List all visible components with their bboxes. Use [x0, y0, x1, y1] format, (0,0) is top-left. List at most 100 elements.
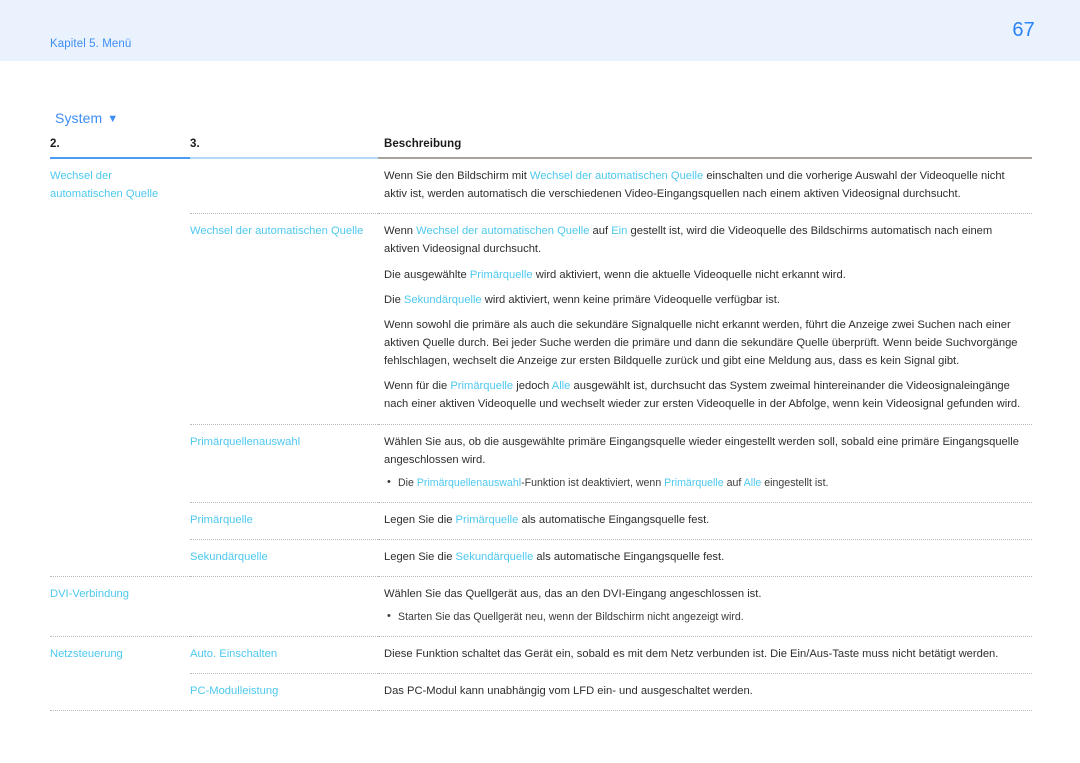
- text-run: Wenn: [384, 225, 417, 238]
- description-paragraph: Wenn Sie den Bildschirm mit Wechsel der …: [384, 167, 1028, 203]
- highlighted-term: Primärquelle: [455, 513, 519, 526]
- column-header-description: Beschreibung: [378, 138, 1032, 159]
- highlighted-term: Primärquelle: [469, 268, 533, 281]
- highlighted-term: Primärquellenauswahl: [416, 476, 522, 489]
- chevron-down-icon: ▼: [107, 112, 119, 125]
- highlighted-term: Wechsel der automatischen Quelle: [529, 170, 704, 182]
- highlighted-term: Sekundärquelle: [403, 293, 482, 306]
- text-run: jedoch: [513, 380, 552, 393]
- settings-table: 2. 3. Beschreibung Wechsel der automatis…: [50, 138, 1032, 712]
- cell-description: Das PC-Modul kann unabhängig vom LFD ein…: [378, 673, 1032, 711]
- text-run: Legen Sie die: [384, 513, 456, 526]
- cell-level2: PC-Modulleistung: [190, 673, 378, 711]
- description-bullet-list: Starten Sie das Quellgerät neu, wenn der…: [384, 608, 1028, 626]
- highlighted-term: Wechsel der automatischen Quelle: [416, 225, 590, 238]
- highlighted-term: Primärquelle: [664, 476, 724, 489]
- text-run: Starten Sie das Quellgerät neu, wenn der…: [398, 611, 744, 624]
- level1-label: DVI-Verbindung: [50, 588, 129, 601]
- table-bottom-rule-cell: [190, 710, 378, 712]
- cell-level2: [190, 158, 378, 214]
- highlighted-term: Alle: [743, 476, 762, 489]
- level2-label: Primärquelle: [190, 513, 253, 526]
- description-bullet-item: Starten Sie das Quellgerät neu, wenn der…: [387, 608, 1028, 626]
- page-number: 67: [1012, 19, 1035, 41]
- text-run: als automatische Eingangsquelle fest.: [533, 550, 725, 563]
- cell-level2: Sekundärquelle: [190, 538, 378, 577]
- cell-description: Legen Sie die Primärquelle als automatis…: [378, 501, 1032, 540]
- text-run: Wenn sowohl die primäre als auch die sek…: [384, 318, 1018, 368]
- level2-label: Auto. Einschalten: [190, 648, 278, 661]
- description-paragraph: Legen Sie die Sekundärquelle als automat…: [384, 548, 1028, 566]
- text-run: Wählen Sie aus, ob die ausgewählte primä…: [384, 435, 1019, 466]
- text-run: eingestellt ist.: [761, 476, 829, 489]
- highlighted-term: Primärquelle: [450, 380, 514, 393]
- table-bottom-rule-cell: [50, 710, 190, 712]
- cell-level1: Netzsteuerung: [50, 636, 190, 674]
- column-header-level2: 3.: [190, 138, 378, 159]
- table-row: Primärquelle Legen Sie die Primärquelle a…: [50, 501, 1032, 540]
- text-run: auf: [723, 476, 744, 489]
- cell-level2: Auto. Einschalten: [190, 636, 378, 674]
- cell-description: Wenn Wechsel der automatischen Quelle au…: [378, 213, 1032, 425]
- text-run: Wenn für die: [384, 380, 451, 393]
- description-paragraph: Wählen Sie das Quellgerät aus, das an de…: [384, 585, 1028, 603]
- table-row: Wechsel der automatischen Quelle Wenn Wec…: [50, 213, 1032, 425]
- text-run: als automatische Eingangsquelle fest.: [518, 513, 710, 526]
- description-paragraph: Diese Funktion schaltet das Gerät ein, s…: [384, 645, 1028, 663]
- description-paragraph: Wenn sowohl die primäre als auch die sek…: [384, 316, 1028, 370]
- description-paragraph: Die Sekundärquelle wird aktiviert, wenn …: [384, 291, 1028, 309]
- cell-description: Diese Funktion schaltet das Gerät ein, s…: [378, 636, 1032, 674]
- level1-label: Netzsteuerung: [50, 648, 123, 661]
- cell-level1: [50, 539, 190, 576]
- description-paragraph: Das PC-Modul kann unabhängig vom LFD ein…: [384, 682, 1028, 700]
- level2-label: Sekundärquelle: [190, 550, 268, 563]
- text-run: Wenn Sie den Bildschirm mit: [384, 170, 530, 182]
- text-run: Das PC-Modul kann unabhängig vom LFD ein…: [384, 685, 753, 698]
- text-run: -Funktion ist deaktiviert, wenn: [521, 476, 665, 489]
- text-run: Die ausgewählte: [384, 268, 470, 281]
- column-header-level1: 2.: [50, 138, 190, 159]
- table-row: PC-Modulleistung Das PC-Modul kann unabhä…: [50, 673, 1032, 711]
- section-title: System: [55, 110, 103, 126]
- level2-label: PC-Modulleistung: [190, 685, 279, 698]
- text-run: Diese Funktion schaltet das Gerät ein, s…: [384, 648, 999, 661]
- cell-description: Wählen Sie das Quellgerät aus, das an de…: [378, 576, 1032, 637]
- text-run: Die: [384, 293, 404, 306]
- table-row: Netzsteuerung Auto. Einschalten Diese Funk…: [50, 636, 1032, 674]
- table-row: Primärquellenauswahl Wählen Sie aus, ob d…: [50, 423, 1032, 503]
- cell-level2: [190, 576, 378, 637]
- cell-description: Wählen Sie aus, ob die ausgewählte primä…: [378, 423, 1032, 503]
- table-bottom-rule: [50, 710, 1032, 712]
- level2-label: Wechsel der automatischen Quelle: [190, 225, 364, 238]
- description-paragraph: Wenn für die Primärquelle jedoch Alle au…: [384, 377, 1028, 413]
- cell-description: Legen Sie die Sekundärquelle als automat…: [378, 538, 1032, 577]
- description-bullet-item: Die Primärquellenauswahl-Funktion ist de…: [387, 474, 1028, 492]
- text-run: wird aktiviert, wenn keine primäre Video…: [481, 293, 780, 306]
- text-run: auf: [589, 225, 612, 238]
- highlighted-term: Ein: [611, 225, 628, 238]
- text-run: Die: [398, 476, 417, 489]
- cell-level1: [50, 424, 190, 502]
- description-paragraph: Wählen Sie aus, ob die ausgewählte primä…: [384, 433, 1028, 469]
- level1-label: Wechsel der automatischen Quelle: [50, 170, 159, 201]
- text-run: Wählen Sie das Quellgerät aus, das an de…: [384, 588, 762, 601]
- level2-label: Primärquellenauswahl: [190, 435, 301, 448]
- table-row: DVI-Verbindung Wählen Sie das Quellgerät …: [50, 576, 1032, 637]
- table-header: 2. 3. Beschreibung: [50, 138, 1032, 159]
- table-row: Sekundärquelle Legen Sie die Sekundärquel…: [50, 538, 1032, 577]
- cell-level1: [50, 502, 190, 539]
- text-run: wird aktiviert, wenn die aktuelle Videoq…: [532, 268, 846, 281]
- cell-level2: Primärquellenauswahl: [190, 423, 378, 503]
- cell-description: Wenn Sie den Bildschirm mit Wechsel der …: [378, 158, 1032, 214]
- text-run: Legen Sie die: [384, 550, 456, 563]
- description-bullet-list: Die Primärquellenauswahl-Funktion ist de…: [384, 474, 1028, 492]
- cell-level2: Wechsel der automatischen Quelle: [190, 213, 378, 425]
- cell-level1: Wechsel der automatischen Quelle: [50, 158, 190, 214]
- cell-level2: Primärquelle: [190, 501, 378, 540]
- cell-level1: [50, 674, 190, 711]
- cell-level1: [50, 214, 190, 424]
- description-paragraph: Legen Sie die Primärquelle als automatis…: [384, 511, 1028, 529]
- table-bottom-rule-cell: [378, 710, 1032, 712]
- table-row: Wechsel der automatischen Quelle Wenn Sie…: [50, 158, 1032, 214]
- highlighted-term: Sekundärquelle: [455, 550, 534, 563]
